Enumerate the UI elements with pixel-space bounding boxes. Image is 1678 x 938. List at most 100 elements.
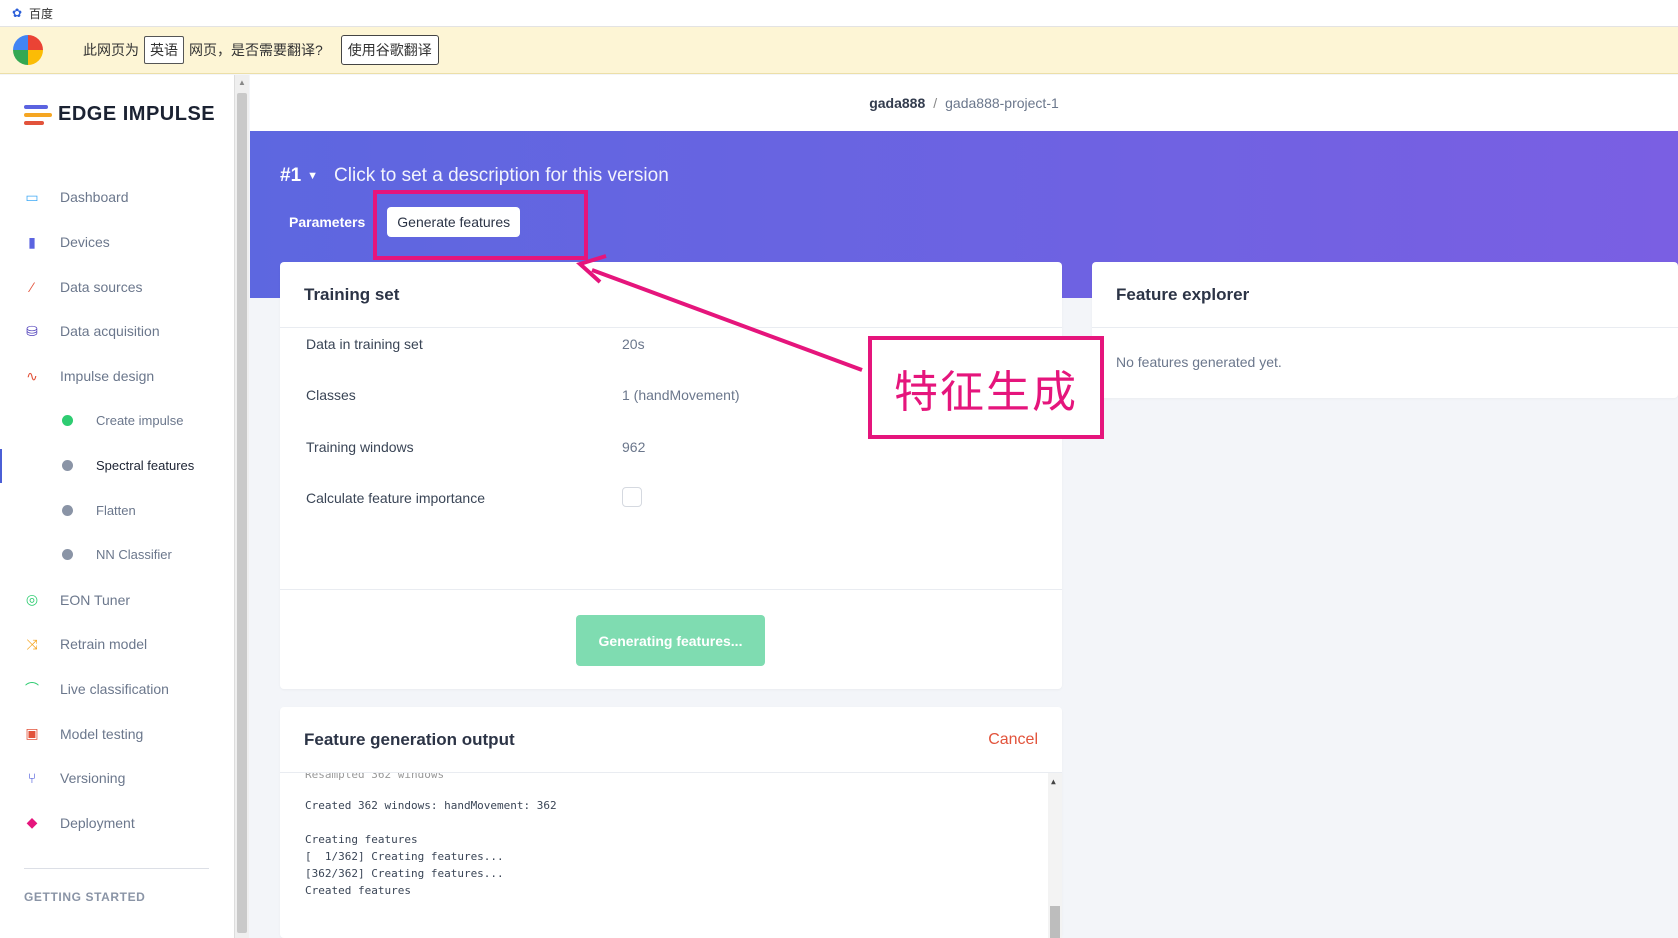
scroll-up-icon[interactable]: ▲	[238, 78, 246, 87]
sidebar-item-data-sources[interactable]: ⁄ Data sources	[0, 264, 234, 309]
scrollbar-thumb[interactable]	[237, 93, 247, 933]
sidebar-item-data-acquisition[interactable]: ⛁ Data acquisition	[0, 309, 234, 354]
sidebar-nav: ▭ Dashboard ▮ Devices ⁄ Data sources ⛁ D…	[0, 175, 234, 845]
sidebar-section-getting-started: GETTING STARTED	[24, 890, 146, 904]
database-icon: ⛁	[26, 322, 38, 339]
caret-down-icon[interactable]: ▼	[307, 170, 318, 182]
clipboard-check-icon: ▣	[25, 725, 39, 742]
compass-icon: ◎	[25, 591, 39, 608]
card-divider	[280, 589, 1062, 590]
sidebar-subitem-create-impulse[interactable]: Create impulse	[0, 398, 234, 443]
console-line: [ 1/362] Creating features...	[305, 850, 504, 863]
cube-icon: ◆	[26, 814, 38, 831]
generate-features-button[interactable]: Generating features...	[576, 615, 765, 666]
baidu-paw-icon: ✿	[11, 6, 23, 20]
sidebar-item-label: Model testing	[60, 725, 144, 742]
training-row-label: Classes	[306, 387, 356, 403]
sidebar-item-label: Impulse design	[60, 368, 155, 385]
sidebar-subitem-label: Create impulse	[96, 413, 184, 429]
sidebar-item-eon-tuner[interactable]: ◎ EON Tuner	[0, 577, 234, 622]
status-dot	[62, 415, 73, 427]
sidebar-item-label: Live classification	[60, 680, 169, 697]
translate-button[interactable]: 使用谷歌翻译	[340, 35, 439, 65]
browser-tab-title: 百度	[29, 6, 54, 21]
tab-parameters[interactable]: Parameters	[289, 214, 365, 230]
training-row-label: Calculate feature importance	[306, 490, 485, 506]
version-description[interactable]: Click to set a description for this vers…	[334, 165, 669, 187]
sidebar-item-label: Devices	[60, 234, 110, 251]
browser-tab[interactable]: ✿ 百度	[0, 0, 1678, 27]
sidebar-item-deployment[interactable]: ◆ Deployment	[0, 801, 234, 846]
pulse-icon: ∿	[26, 367, 38, 384]
sidebar-item-versioning[interactable]: ⑂ Versioning	[0, 756, 234, 801]
training-row-value: 962	[622, 439, 646, 455]
console-line: Created 362 windows: handMovement: 362	[305, 799, 557, 812]
breadcrumb-project[interactable]: gada888-project-1	[945, 95, 1059, 111]
sidebar-item-dashboard[interactable]: ▭ Dashboard	[0, 175, 234, 220]
training-set-card: Training set Data in training set 20s Cl…	[280, 262, 1062, 689]
sidebar-item-model-testing[interactable]: ▣ Model testing	[0, 711, 234, 756]
breadcrumb-separator: /	[933, 95, 938, 111]
training-set-title: Training set	[280, 262, 1062, 328]
breadcrumb-user[interactable]: gada888	[869, 95, 925, 111]
sidebar-subitem-flatten[interactable]: Flatten	[0, 488, 234, 533]
sidebar-item-devices[interactable]: ▮ Devices	[0, 220, 234, 265]
sidebar: EDGE IMPULSE ▭ Dashboard ▮ Devices ⁄ Dat…	[0, 75, 234, 938]
monitor-icon: ▭	[25, 188, 39, 205]
sidebar-subitem-spectral-features[interactable]: Spectral features	[0, 443, 234, 488]
sidebar-item-label: Dashboard	[60, 189, 129, 206]
shuffle-icon: ⤨	[26, 635, 38, 652]
scroll-up-icon[interactable]: ▲	[1051, 777, 1056, 786]
training-row-label: Training windows	[306, 439, 414, 455]
output-console[interactable]: Resampled 362 windows Created 362 window…	[280, 773, 1062, 938]
training-row-label: Data in training set	[306, 336, 423, 352]
translate-suffix: 网页，是否需要翻译?	[189, 42, 323, 58]
branch-icon: ⑂	[27, 770, 37, 787]
cancel-button[interactable]: Cancel	[988, 731, 1038, 749]
sidebar-item-label: EON Tuner	[60, 591, 131, 608]
version-number[interactable]: #1	[280, 165, 301, 187]
sidebar-scrollbar[interactable]: ▲	[234, 75, 249, 938]
feature-explorer-title: Feature explorer	[1092, 262, 1678, 328]
console-scrollbar[interactable]: ▲	[1048, 773, 1062, 938]
chip-icon: ▮	[28, 233, 36, 250]
training-row-value: 20s	[622, 336, 645, 352]
sidebar-item-label: Data acquisition	[60, 323, 160, 340]
translate-language-select[interactable]: 英语	[144, 36, 184, 64]
status-dot	[62, 504, 73, 516]
translate-bar: 此网页为 英语 网页，是否需要翻译? 使用谷歌翻译	[0, 27, 1678, 74]
sidebar-subitem-nn-classifier[interactable]: NN Classifier	[0, 533, 234, 578]
sidebar-subitem-label: Flatten	[96, 502, 136, 518]
sidebar-item-label: Retrain model	[60, 636, 148, 653]
console-line: [362/362] Creating features...	[305, 867, 504, 880]
sidebar-item-retrain-model[interactable]: ⤨ Retrain model	[0, 622, 234, 667]
console-line: Created features	[305, 884, 411, 897]
status-dot	[62, 459, 73, 471]
annotation-callout: 特征生成	[868, 336, 1104, 439]
feature-explorer-empty-text: No features generated yet.	[1116, 354, 1282, 370]
version-selector[interactable]: #1 ▼ Click to set a description for this…	[280, 165, 669, 187]
status-dot	[62, 549, 73, 561]
feature-generation-output-card: Feature generation output Cancel Resampl…	[280, 707, 1062, 938]
sidebar-item-live-classification[interactable]: ⌒ Live classification	[0, 667, 234, 712]
sidebar-item-impulse-design[interactable]: ∿ Impulse design	[0, 354, 234, 399]
scrollbar-thumb[interactable]	[1050, 906, 1060, 938]
breadcrumb: gada888 / gada888-project-1	[250, 75, 1678, 131]
sidebar-item-label: Deployment	[60, 814, 135, 831]
magic-wand-icon: ⁄	[30, 278, 34, 295]
brand-logo[interactable]: EDGE IMPULSE	[24, 103, 215, 126]
annotation-highlight-box	[373, 190, 588, 260]
sidebar-subitem-label: Spectral features	[96, 457, 195, 473]
training-row-value: 1 (handMovement)	[622, 387, 740, 403]
edge-impulse-logo-icon	[24, 104, 52, 125]
feature-importance-checkbox[interactable]	[622, 487, 642, 507]
sidebar-item-label: Data sources	[60, 278, 143, 295]
antenna-icon: ⌒	[25, 680, 39, 697]
sidebar-divider	[24, 868, 209, 869]
translate-prefix: 此网页为	[83, 42, 139, 58]
feature-explorer-card: Feature explorer No features generated y…	[1092, 262, 1678, 398]
output-title: Feature generation output	[280, 707, 1062, 773]
sidebar-item-label: Versioning	[60, 770, 126, 787]
sidebar-subitem-label: NN Classifier	[96, 547, 172, 563]
browser-logo-icon	[13, 35, 43, 65]
